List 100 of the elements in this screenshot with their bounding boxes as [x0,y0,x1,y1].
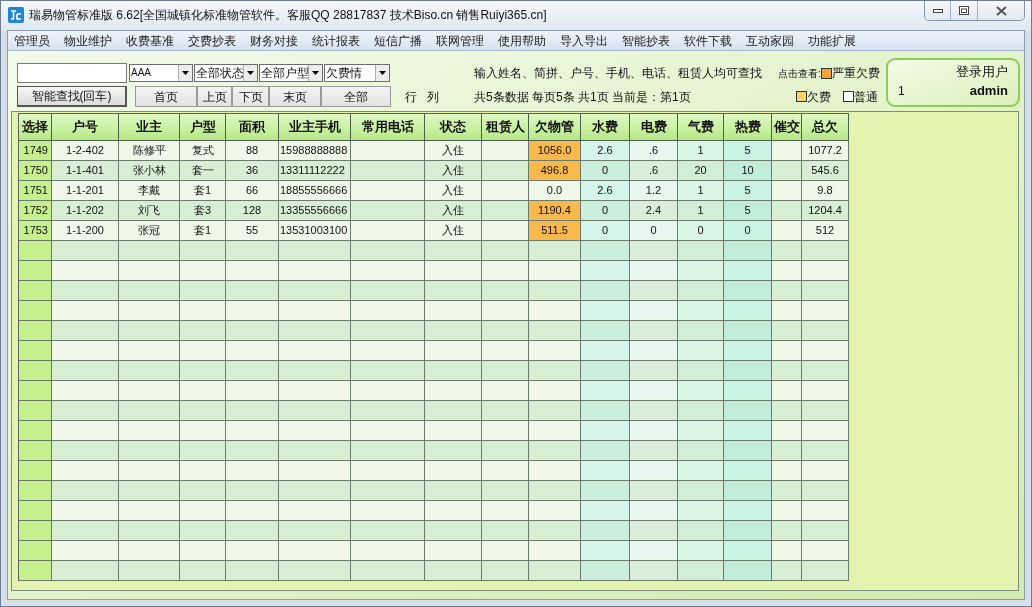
table-cell [772,141,802,161]
menu-item[interactable]: 导入导出 [560,32,608,49]
maximize-icon [959,6,969,15]
menu-item[interactable]: 互动家园 [746,32,794,49]
menu-item[interactable]: 智能抄表 [622,32,670,49]
table-cell: 512 [802,221,849,241]
dropdown[interactable]: 全部状态 [194,64,258,82]
table-cell: 1-2-402 [52,141,119,161]
table-cell: 入住 [425,161,482,181]
table-cell: 1 [678,181,724,201]
dropdown[interactable]: AAA [129,64,193,82]
table-cell [482,141,529,161]
menu-item[interactable]: 统计报表 [312,32,360,49]
login-title-text: 登录用户 [956,63,1008,81]
table-cell: 13311112222 [279,161,351,181]
menu-item[interactable]: 软件下载 [684,32,732,49]
column-header: 户型 [180,114,226,141]
menu-item[interactable]: 财务对接 [250,32,298,49]
column-header: 面积 [226,114,279,141]
table-cell: .6 [630,161,678,181]
table-cell: 张冠 [119,221,180,241]
table-cell: 陈修平 [119,141,180,161]
close-icon [995,5,1007,16]
table-cell: 1-1-202 [52,201,119,221]
table-cell: 88 [226,141,279,161]
pager-button[interactable]: 上页 [197,86,232,107]
column-header: 热费 [724,114,772,141]
search-field[interactable] [17,63,127,83]
table-cell [772,161,802,181]
row-select-cell[interactable]: 1752 [19,201,52,221]
column-header: 户号 [52,114,119,141]
legend-item-label[interactable]: 欠费 [807,87,831,106]
table-cell: 5 [724,201,772,221]
search-hint-text: 输入姓名、简拼、户号、手机、电话、租赁人均可查找 [474,65,762,82]
table-cell: 1056.0 [529,141,581,161]
table-cell [482,221,529,241]
table-cell: 545.6 [802,161,849,181]
menu-item[interactable]: 使用帮助 [498,32,546,49]
table-cell: 入住 [425,181,482,201]
search-button[interactable]: 智能查找(回车) [17,86,127,107]
table-cell: 36 [226,161,279,181]
table-cell: 2.6 [581,141,630,161]
table-cell: 66 [226,181,279,201]
menu-item[interactable]: 交费抄表 [188,32,236,49]
table-cell: 1-1-201 [52,181,119,201]
table-cell: 55 [226,221,279,241]
page-info-text: 共5条数据 每页5条 共1页 当前是：第1页 [474,88,691,106]
maximize-button[interactable] [951,1,978,20]
menu-item[interactable]: 短信广播 [374,32,422,49]
pager-button[interactable]: 首页 [135,86,197,107]
minimize-button[interactable] [925,1,951,20]
table-cell: 张小林 [119,161,180,181]
table-cell: 2.6 [581,181,630,201]
table-cell: 511.5 [529,221,581,241]
menu-item[interactable]: 物业维护 [64,32,112,49]
pager-button[interactable]: 下页 [232,86,269,107]
table-cell: 1 [678,141,724,161]
table-cell: 0.0 [529,181,581,201]
view-toggle-text[interactable]: 行 [405,87,417,106]
window-title: 瑞易物管标准版 6.62[全国城镇化标准物管软件。客服QQ 28817837 技术Biso.cn 销售Ruiyi365.cn] [29,7,547,23]
dropdown[interactable]: 欠费情 [324,64,390,82]
table-cell [772,221,802,241]
legend-item-label[interactable]: 严重欠费 [831,64,880,82]
app-logo-icon [8,7,24,23]
table-cell: 128 [226,201,279,221]
caret-icon [379,71,386,75]
menu-item[interactable]: 收费基准 [126,32,174,49]
menu-item[interactable]: 管理员 [14,32,50,49]
view-toggle-text[interactable]: 列 [427,87,439,106]
table-cell [772,201,802,221]
table-cell: 套3 [180,201,226,221]
column-header: 水费 [581,114,630,141]
legend-label: 点击查看: [778,66,821,81]
legend-item-label[interactable]: 普通 [854,87,878,106]
row-select-cell[interactable]: 1751 [19,181,52,201]
row-select-cell[interactable]: 1750 [19,161,52,181]
pager-button[interactable]: 末页 [269,86,321,107]
table-cell: 1-1-401 [52,161,119,181]
menu-item[interactable]: 功能扩展 [808,32,856,49]
column-header: 租赁人 [482,114,529,141]
table-cell: 1077.2 [802,141,849,161]
column-header: 选择 [19,114,52,141]
pager-button[interactable]: 全部 [321,86,391,107]
column-header: 业主手机 [279,114,351,141]
table-cell [482,201,529,221]
row-select-cell[interactable]: 1749 [19,141,52,161]
minimize-icon [932,8,943,13]
row-select-cell[interactable]: 1753 [19,221,52,241]
user-id-text: 1 [898,83,905,99]
menu-item[interactable]: 联网管理 [436,32,484,49]
table-cell: 496.8 [529,161,581,181]
table-cell: 20 [678,161,724,181]
dropdown[interactable]: 全部户型 [259,64,323,82]
column-header: 总欠 [802,114,849,141]
table-cell: 5 [724,181,772,201]
table-cell: 0 [678,221,724,241]
table-cell: 入住 [425,141,482,161]
table-cell: 18855556666 [279,181,351,201]
table-cell: 1-1-200 [52,221,119,241]
table-cell: 5 [724,141,772,161]
